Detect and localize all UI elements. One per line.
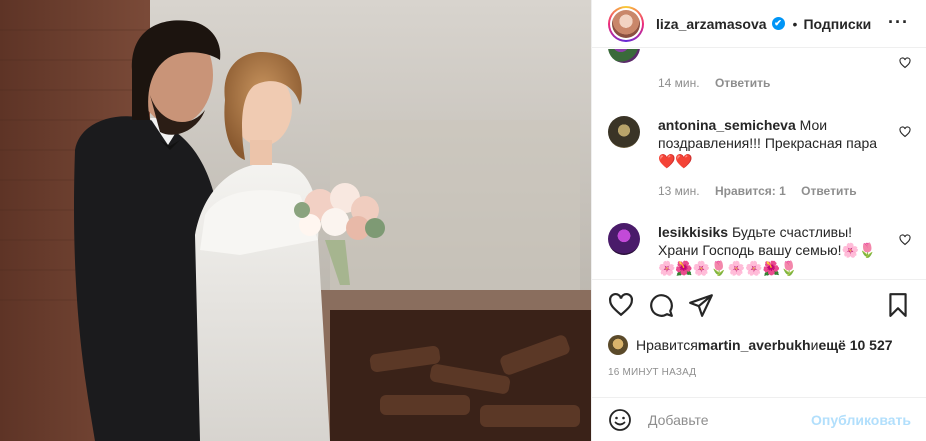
author-avatar[interactable] (608, 5, 644, 42)
comment-like-heart-icon[interactable] (899, 126, 911, 138)
post-photo[interactable] (0, 0, 591, 441)
more-options-icon[interactable]: ··· (888, 12, 909, 33)
comment-time: 14 мин. (658, 76, 700, 90)
publish-button[interactable]: Опубликовать (811, 412, 911, 428)
post-actions: Нравится martin_averbukh и ещё 10 527 16… (592, 279, 926, 383)
comment-like-heart-icon[interactable] (899, 57, 911, 69)
bookmark-icon[interactable] (885, 292, 911, 318)
commenter-avatar[interactable] (608, 223, 640, 255)
separator-dot: • (792, 15, 798, 32)
commenter-username[interactable]: antonina_semicheva (658, 117, 796, 133)
comment-meta: 13 мин. Нравится: 1 Ответить (658, 184, 869, 198)
likes-prefix: Нравится (636, 337, 698, 353)
commenter-username[interactable]: lesikkisiks (658, 224, 728, 240)
add-comment-bar: Опубликовать (592, 397, 926, 441)
commenter-avatar[interactable] (608, 49, 640, 63)
comment-text: antonina_semicheva Мои поздравления!!! П… (658, 116, 893, 170)
comment-likes-count[interactable]: Нравится: 1 (715, 184, 786, 198)
reply-button[interactable]: Ответить (801, 184, 856, 198)
verified-badge-icon: ✔ (771, 17, 785, 30)
likes-summary: Нравится martin_averbukh и ещё 10 527 (608, 335, 893, 355)
likes-connector: и (810, 337, 819, 353)
comment-item: 14 мин. Ответить (608, 49, 911, 91)
commenter-avatar[interactable] (608, 116, 640, 148)
heart-icon[interactable] (608, 292, 634, 318)
post-sidebar: liza_arzamasova ✔ • Подписки ··· 14 мин.… (591, 0, 926, 441)
liker-username[interactable]: martin_averbukh (698, 337, 811, 353)
comment-input[interactable] (648, 411, 798, 428)
likes-count-link[interactable]: ещё 10 527 (818, 337, 892, 353)
following-button[interactable]: Подписки (803, 16, 871, 32)
comment-item: antonina_semicheva Мои поздравления!!! П… (608, 116, 911, 198)
post-header: liza_arzamasova ✔ • Подписки ··· (592, 0, 926, 48)
comments-list[interactable]: 14 мин. Ответить antonina_semicheva Мои … (592, 49, 926, 278)
post-timestamp[interactable]: 16 МИНУТ НАЗАД (608, 367, 696, 378)
comment-icon[interactable] (648, 292, 674, 318)
author-username[interactable]: liza_arzamasova (656, 16, 767, 32)
comment-time: 13 мин. (658, 184, 700, 198)
liker-avatar[interactable] (608, 335, 628, 355)
share-icon[interactable] (688, 292, 714, 318)
comment-meta: 14 мин. Ответить (658, 76, 782, 90)
comment-item: lesikkisiks Будьте счастливы! Храни Госп… (608, 223, 911, 278)
reply-button[interactable]: Ответить (715, 76, 770, 90)
comment-text: lesikkisiks Будьте счастливы! Храни Госп… (658, 223, 893, 277)
smile-icon[interactable] (608, 408, 632, 432)
comment-like-heart-icon[interactable] (899, 234, 911, 246)
